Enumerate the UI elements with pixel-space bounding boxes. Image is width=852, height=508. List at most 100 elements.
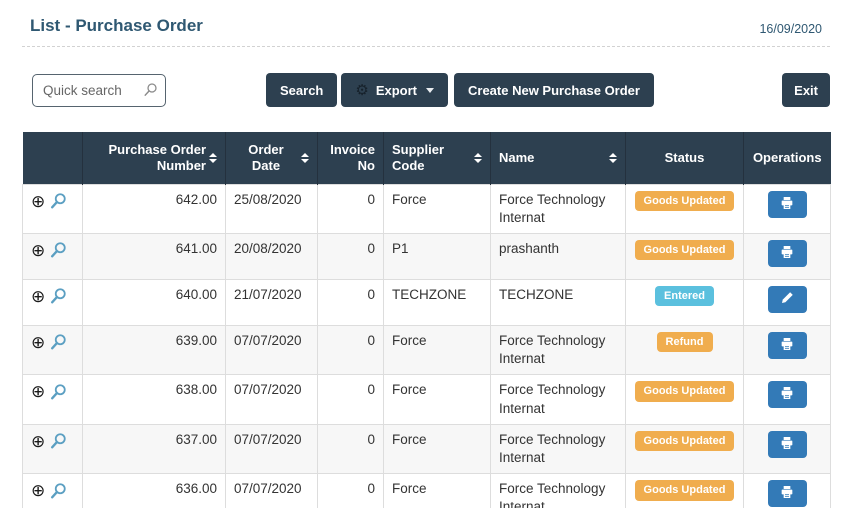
status-badge: Goods Updated [635, 381, 735, 401]
supplier-code-cell: Force [384, 424, 491, 473]
title-bar: List - Purchase Order 16/09/2020 [22, 0, 830, 36]
order-date-cell: 07/07/2020 [226, 474, 318, 508]
view-row-icon[interactable] [49, 334, 67, 349]
expand-cell: ⊕ [23, 474, 83, 508]
print-button[interactable] [768, 381, 807, 408]
search-button-label: Search [280, 83, 323, 98]
order-date-cell: 20/08/2020 [226, 233, 318, 279]
status-badge: Entered [655, 286, 714, 306]
exit-button-label: Exit [794, 83, 818, 98]
column-header-name[interactable]: Name [491, 132, 626, 184]
expand-row-icon[interactable]: ⊕ [31, 191, 45, 210]
status-cell: Goods Updated [626, 375, 744, 424]
column-label: Invoice No [326, 142, 375, 175]
expand-row-icon[interactable]: ⊕ [31, 241, 45, 260]
column-header-invoice-no: Invoice No [318, 132, 384, 184]
expand-row-icon[interactable]: ⊕ [31, 382, 45, 401]
toolbar: Search ⚙︎ Export Create New Purchase Ord… [22, 73, 830, 107]
operations-cell [744, 325, 831, 374]
view-row-icon[interactable] [49, 383, 67, 398]
status-cell: Entered [626, 279, 744, 325]
expand-row-icon[interactable]: ⊕ [31, 287, 45, 306]
operations-cell [744, 375, 831, 424]
status-cell: Goods Updated [626, 424, 744, 473]
printer-icon [779, 385, 795, 404]
invoice-no-cell: 0 [318, 279, 384, 325]
operations-cell [744, 279, 831, 325]
order-date-cell: 07/07/2020 [226, 375, 318, 424]
print-button[interactable] [768, 240, 807, 267]
operations-cell [744, 184, 831, 233]
name-cell: Force Technology Internat [491, 325, 626, 374]
gear-icon: ⚙︎ [355, 83, 368, 98]
supplier-code-cell: Force [384, 184, 491, 233]
column-header-expand [23, 132, 83, 184]
table-row: ⊕ 639.00 07/07/2020 0 Force Force Techno… [23, 325, 831, 374]
order-date-cell: 25/08/2020 [226, 184, 318, 233]
invoice-no-cell: 0 [318, 474, 384, 508]
view-row-icon[interactable] [49, 193, 67, 208]
order-date-cell: 07/07/2020 [226, 424, 318, 473]
po-number-cell: 642.00 [83, 184, 226, 233]
create-new-purchase-order-button[interactable]: Create New Purchase Order [454, 73, 654, 107]
printer-icon [779, 484, 795, 503]
po-number-cell: 638.00 [83, 375, 226, 424]
search-icon [142, 82, 158, 103]
supplier-code-cell: P1 [384, 233, 491, 279]
sort-icon [209, 153, 217, 163]
column-label: Operations [753, 150, 822, 166]
status-badge: Goods Updated [635, 191, 735, 211]
column-label: Order Date [234, 142, 298, 175]
print-button[interactable] [768, 191, 807, 218]
view-row-icon[interactable] [49, 433, 67, 448]
exit-button[interactable]: Exit [782, 73, 830, 107]
column-header-status: Status [626, 132, 744, 184]
sort-icon [301, 153, 309, 163]
view-row-icon[interactable] [49, 242, 67, 257]
expand-cell: ⊕ [23, 424, 83, 473]
name-cell: Force Technology Internat [491, 375, 626, 424]
expand-cell: ⊕ [23, 233, 83, 279]
supplier-code-cell: Force [384, 375, 491, 424]
print-button[interactable] [768, 480, 807, 507]
column-header-supplier-code[interactable]: Supplier Code [384, 132, 491, 184]
edit-button[interactable] [768, 286, 807, 313]
name-cell: TECHZONE [491, 279, 626, 325]
column-header-po-number[interactable]: Purchase Order Number [83, 132, 226, 184]
expand-cell: ⊕ [23, 325, 83, 374]
name-cell: Force Technology Internat [491, 424, 626, 473]
sort-icon [474, 153, 482, 163]
po-number-cell: 637.00 [83, 424, 226, 473]
export-button[interactable]: ⚙︎ Export [341, 73, 448, 107]
name-cell: prashanth [491, 233, 626, 279]
operations-cell [744, 233, 831, 279]
expand-cell: ⊕ [23, 279, 83, 325]
expand-row-icon[interactable]: ⊕ [31, 333, 45, 352]
print-button[interactable] [768, 431, 807, 458]
export-button-label: Export [376, 83, 417, 98]
pencil-icon [780, 290, 795, 308]
printer-icon [779, 336, 795, 355]
supplier-code-cell: Force [384, 325, 491, 374]
view-row-icon[interactable] [49, 288, 67, 303]
expand-row-icon[interactable]: ⊕ [31, 432, 45, 451]
page-date: 16/09/2020 [759, 22, 822, 36]
view-row-icon[interactable] [49, 482, 67, 497]
sort-icon [609, 153, 617, 163]
invoice-no-cell: 0 [318, 424, 384, 473]
create-button-label: Create New Purchase Order [468, 83, 640, 98]
search-button[interactable]: Search [266, 73, 337, 107]
quick-search [32, 74, 166, 107]
column-label: Purchase Order Number [91, 142, 206, 175]
operations-cell [744, 424, 831, 473]
name-cell: Force Technology Internat [491, 184, 626, 233]
name-cell: Force Technology Internat [491, 474, 626, 508]
column-header-order-date[interactable]: Order Date [226, 132, 318, 184]
printer-icon [779, 244, 795, 263]
divider [22, 46, 830, 47]
invoice-no-cell: 0 [318, 375, 384, 424]
print-button[interactable] [768, 332, 807, 359]
status-cell: Goods Updated [626, 184, 744, 233]
po-number-cell: 640.00 [83, 279, 226, 325]
expand-row-icon[interactable]: ⊕ [31, 481, 45, 500]
